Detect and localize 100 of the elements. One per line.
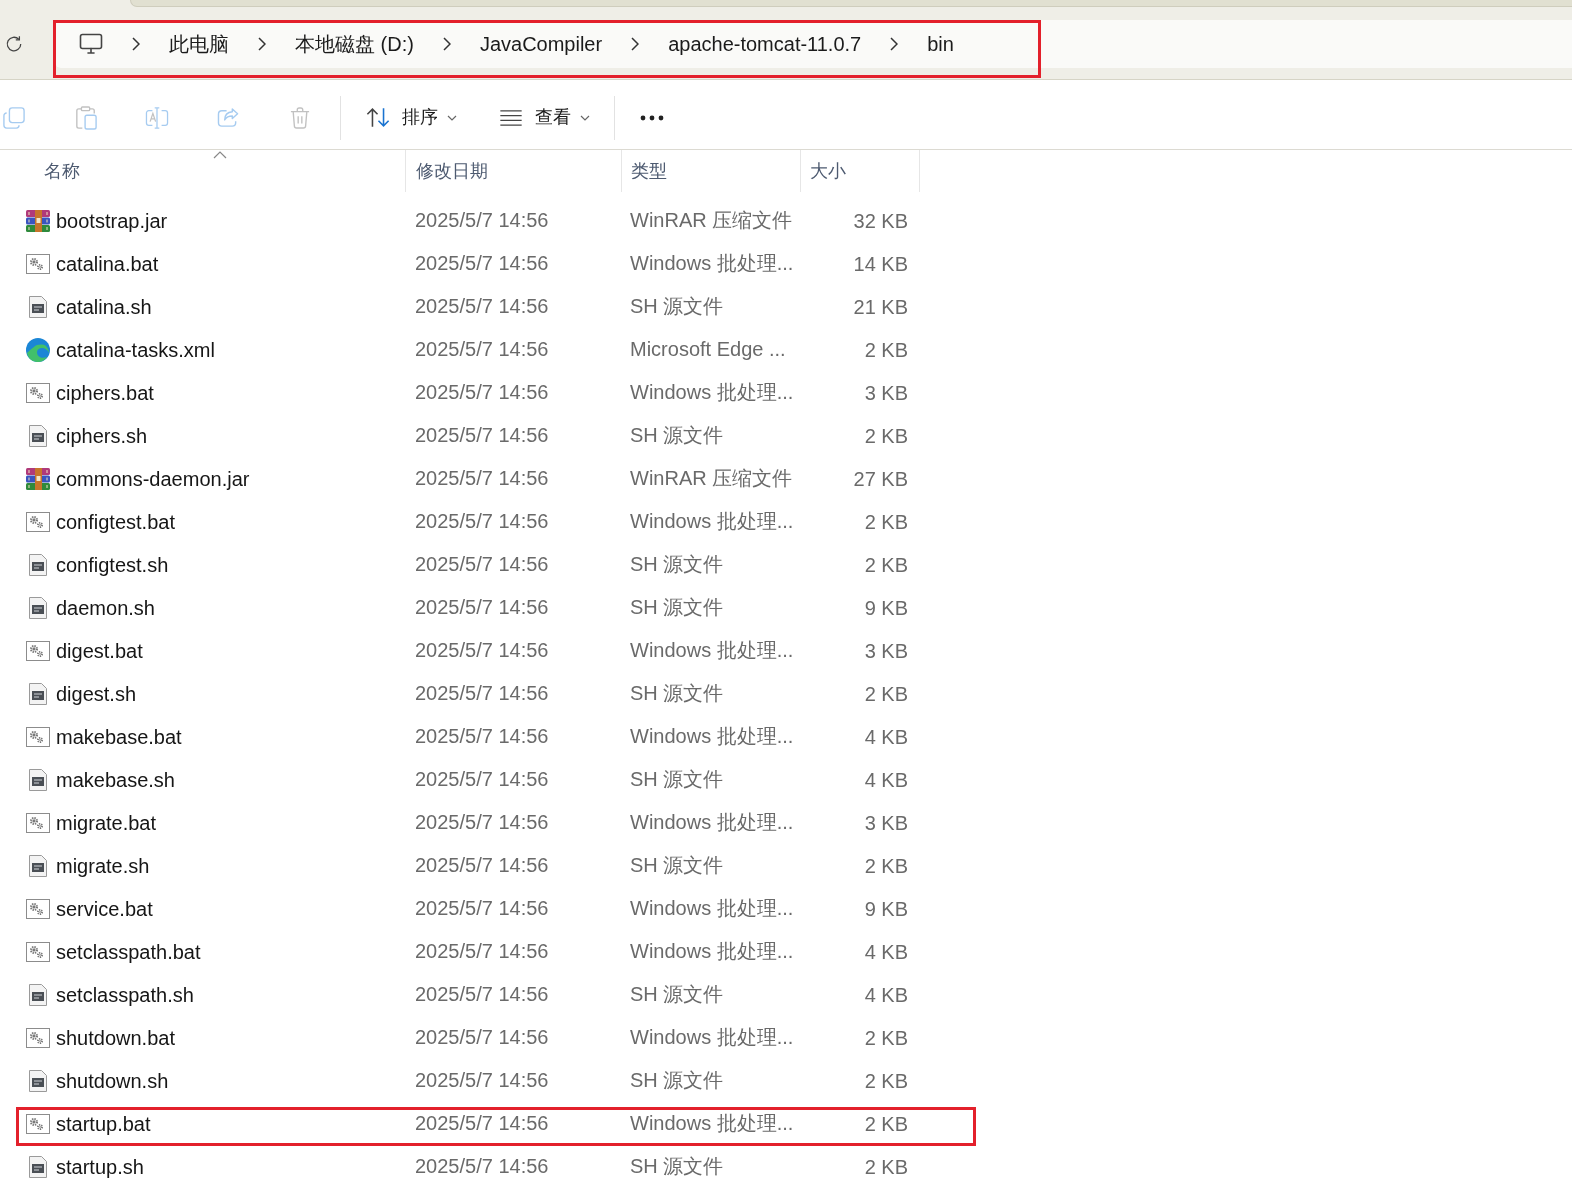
- file-name[interactable]: digest.sh: [56, 681, 137, 706]
- lines-icon[interactable]: [499, 109, 523, 126]
- file-name[interactable]: setclasspath.sh: [56, 982, 194, 1007]
- file-name[interactable]: setclasspath.bat: [56, 939, 201, 964]
- sort-icon[interactable]: [366, 107, 390, 128]
- file-name[interactable]: makebase.sh: [56, 767, 175, 792]
- gear-window-icon[interactable]: [26, 898, 50, 919]
- gear-window-icon[interactable]: [26, 511, 50, 532]
- document-icon[interactable]: [29, 768, 47, 791]
- document-icon[interactable]: [29, 553, 47, 576]
- book-stack-icon[interactable]: [26, 467, 50, 490]
- modified-date: 2025/5/7 14:56: [415, 1025, 549, 1048]
- modified-date: 2025/5/7 14:56: [415, 896, 549, 919]
- file-name[interactable]: startup.sh: [56, 1154, 144, 1179]
- file-type: Microsoft Edge ...: [630, 337, 786, 360]
- gear-window-icon[interactable]: [26, 253, 50, 274]
- refresh-icon[interactable]: [5, 35, 23, 53]
- gear-window-icon[interactable]: [26, 1027, 50, 1048]
- breadcrumb-item[interactable]: 本地磁盘 (D:): [291, 30, 418, 58]
- swirl-logo-icon[interactable]: [26, 337, 50, 362]
- breadcrumb-item[interactable]: JavaCompiler: [475, 30, 607, 58]
- file-name[interactable]: configtest.bat: [56, 509, 175, 534]
- modified-date: 2025/5/7 14:56: [415, 208, 549, 231]
- file-size: 4 KB: [864, 724, 908, 749]
- breadcrumb-item[interactable]: 此电脑: [165, 30, 233, 58]
- chevron-right-icon[interactable]: [442, 37, 451, 51]
- file-name[interactable]: daemon.sh: [56, 595, 155, 620]
- modified-date: 2025/5/7 14:56: [415, 810, 549, 833]
- gear-window-icon[interactable]: [26, 382, 50, 403]
- breadcrumb-item[interactable]: bin: [923, 30, 958, 58]
- chevron-right-icon[interactable]: [258, 37, 266, 51]
- file-size: 21 KB: [853, 294, 908, 319]
- file-name[interactable]: migrate.bat: [56, 810, 157, 835]
- file-type: SH 源文件: [630, 294, 724, 317]
- document-icon[interactable]: [29, 295, 47, 318]
- file-name[interactable]: catalina.bat: [56, 251, 159, 276]
- file-type: SH 源文件: [630, 1068, 724, 1091]
- file-size: 32 KB: [853, 208, 908, 233]
- file-type: Windows 批处理...: [630, 380, 794, 403]
- file-name[interactable]: ciphers.sh: [56, 423, 148, 448]
- book-stack-icon[interactable]: [26, 209, 50, 232]
- modified-date: 2025/5/7 14:56: [415, 1068, 549, 1091]
- modified-date: 2025/5/7 14:56: [415, 724, 549, 747]
- chevron-right-icon[interactable]: [890, 37, 899, 51]
- file-name[interactable]: catalina.sh: [56, 294, 152, 319]
- computer-icon[interactable]: [79, 33, 103, 55]
- file-type: WinRAR 压缩文件: [630, 208, 793, 231]
- file-name[interactable]: makebase.bat: [56, 724, 182, 749]
- file-type: Windows 批处理...: [630, 638, 794, 661]
- file-type: WinRAR 压缩文件: [630, 466, 793, 489]
- document-icon[interactable]: [29, 1069, 47, 1092]
- document-icon[interactable]: [29, 854, 47, 877]
- file-size: 9 KB: [864, 896, 908, 921]
- chevron-right-icon[interactable]: [132, 37, 140, 51]
- file-size: 4 KB: [864, 982, 908, 1007]
- file-name[interactable]: shutdown.sh: [56, 1068, 169, 1093]
- breadcrumb-item[interactable]: apache-tomcat-11.0.7: [664, 30, 866, 58]
- document-icon[interactable]: [29, 596, 47, 619]
- more-icon[interactable]: [640, 114, 664, 121]
- view-button[interactable]: 查看: [489, 97, 600, 138]
- document-icon[interactable]: [29, 1155, 47, 1178]
- file-type: SH 源文件: [630, 767, 724, 790]
- modified-date: 2025/5/7 14:56: [415, 681, 549, 704]
- file-size: 2 KB: [864, 681, 908, 706]
- column-header[interactable]: 类型: [621, 150, 800, 192]
- file-name[interactable]: service.bat: [56, 896, 153, 921]
- column-header[interactable]: 大小: [800, 150, 920, 192]
- column-header[interactable]: 名称: [0, 150, 405, 192]
- modified-date: 2025/5/7 14:56: [415, 380, 549, 403]
- modified-date: 2025/5/7 14:56: [415, 423, 549, 446]
- file-name[interactable]: catalina-tasks.xml: [56, 337, 215, 362]
- file-name[interactable]: digest.bat: [56, 638, 143, 663]
- gear-window-icon[interactable]: [26, 812, 50, 833]
- gear-window-icon[interactable]: [26, 941, 50, 962]
- file-name[interactable]: configtest.sh: [56, 552, 169, 577]
- file-name[interactable]: bootstrap.jar: [56, 208, 168, 233]
- file-type: SH 源文件: [630, 552, 724, 575]
- file-name[interactable]: ciphers.bat: [56, 380, 154, 405]
- file-size: 2 KB: [864, 1154, 908, 1179]
- document-icon[interactable]: [29, 424, 47, 447]
- chevron-right-icon[interactable]: [631, 37, 640, 51]
- file-name[interactable]: startup.bat: [56, 1111, 151, 1136]
- chevron-down-icon[interactable]: [447, 114, 457, 121]
- document-icon[interactable]: [29, 983, 47, 1006]
- address-bar[interactable]: 此电脑 本地磁盘 (D:) JavaCompiler apache-tomcat-11.0.7 bin: [55, 20, 1572, 68]
- file-size: 2 KB: [864, 337, 908, 362]
- gear-window-icon[interactable]: [26, 640, 50, 661]
- modified-date: 2025/5/7 14:56: [415, 1154, 549, 1177]
- document-icon[interactable]: [29, 682, 47, 705]
- chevron-down-icon[interactable]: [580, 114, 590, 121]
- file-name[interactable]: shutdown.bat: [56, 1025, 175, 1050]
- gear-window-icon[interactable]: [26, 726, 50, 747]
- file-name[interactable]: commons-daemon.jar: [56, 466, 250, 491]
- modified-date: 2025/5/7 14:56: [415, 509, 549, 532]
- file-size: 2 KB: [864, 509, 908, 534]
- sort-button[interactable]: 排序: [356, 97, 467, 138]
- gear-window-icon[interactable]: [26, 1113, 50, 1134]
- file-name[interactable]: migrate.sh: [56, 853, 150, 878]
- column-header[interactable]: 修改日期: [405, 150, 621, 192]
- file-size: 27 KB: [853, 466, 908, 491]
